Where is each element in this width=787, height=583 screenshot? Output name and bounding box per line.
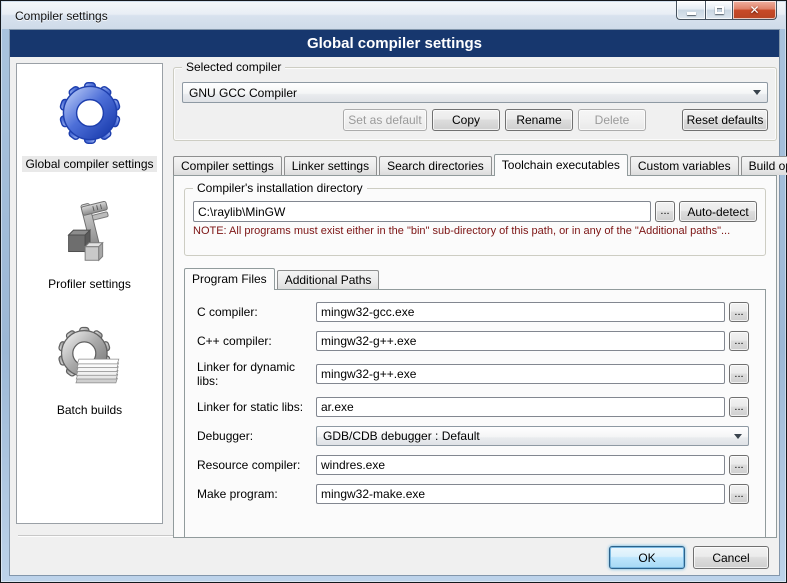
minimize-icon[interactable] <box>676 1 705 20</box>
footer-buttons: OK Cancel <box>601 546 769 569</box>
blue-gear-icon <box>50 73 130 153</box>
program-files-tabstrip: Program Files Additional Paths <box>184 267 766 289</box>
resource-compiler-input[interactable] <box>316 455 725 475</box>
cpp-compiler-input[interactable] <box>316 331 725 351</box>
field-row-c-compiler: C compiler: ... <box>197 302 749 322</box>
program-files-panel: C compiler: ... C++ compiler: ... Linker… <box>184 289 766 538</box>
resource-compiler-browse-button[interactable]: ... <box>729 455 749 475</box>
sidebar-item-global-compiler-settings[interactable]: Global compiler settings <box>17 64 162 172</box>
field-row-cpp-compiler: C++ compiler: ... <box>197 331 749 351</box>
make-program-label: Make program: <box>197 487 316 501</box>
bin-subdirectory-note: NOTE: All programs must exist either in … <box>193 225 757 237</box>
tab-compiler-settings[interactable]: Compiler settings <box>173 156 282 175</box>
copy-button[interactable]: Copy <box>432 109 500 131</box>
field-row-static-linker: Linker for static libs: ... <box>197 397 749 417</box>
make-program-browse-button[interactable]: ... <box>729 484 749 504</box>
settings-tabstrip: Compiler settings Linker settings Search… <box>173 153 777 175</box>
cancel-button[interactable]: Cancel <box>693 546 769 569</box>
debugger-label: Debugger: <box>197 429 316 443</box>
ok-button[interactable]: OK <box>609 546 685 569</box>
tab-toolchain-executables[interactable]: Toolchain executables <box>494 154 628 176</box>
toolchain-executables-panel: Compiler's installation directory ... Au… <box>173 175 777 538</box>
chevron-down-icon <box>734 434 742 439</box>
caliper-icon <box>50 197 130 273</box>
selected-compiler-group-label: Selected compiler <box>182 60 285 74</box>
delete-button[interactable]: Delete <box>578 109 646 131</box>
static-linker-browse-button[interactable]: ... <box>729 397 749 417</box>
make-program-input[interactable] <box>316 484 725 504</box>
compiler-combobox[interactable]: GNU GCC Compiler <box>182 82 768 103</box>
settings-category-list: Global compiler settings <box>16 63 163 524</box>
tab-linker-settings[interactable]: Linker settings <box>284 156 377 175</box>
compiler-settings-window: Compiler settings ✕ Global compiler sett… <box>0 0 787 583</box>
sidebar-item-label: Batch builds <box>54 402 125 418</box>
auto-detect-button[interactable]: Auto-detect <box>679 201 757 222</box>
c-compiler-input[interactable] <box>316 302 725 322</box>
gray-gear-pages-icon <box>50 323 130 399</box>
field-row-resource-compiler: Resource compiler: ... <box>197 455 749 475</box>
page-title: Global compiler settings <box>10 30 779 57</box>
installation-directory-input[interactable] <box>193 201 651 222</box>
field-row-make-program: Make program: ... <box>197 484 749 504</box>
installation-directory-group-label: Compiler's installation directory <box>193 181 367 195</box>
sidebar-item-label: Profiler settings <box>45 276 134 292</box>
static-linker-input[interactable] <box>316 397 725 417</box>
resource-compiler-label: Resource compiler: <box>197 458 316 472</box>
static-linker-label: Linker for static libs: <box>197 400 316 414</box>
c-compiler-browse-button[interactable]: ... <box>729 302 749 322</box>
dynamic-linker-input[interactable] <box>316 364 725 384</box>
main-panel: Selected compiler GNU GCC Compiler Set a… <box>173 61 777 532</box>
cpp-compiler-browse-button[interactable]: ... <box>729 331 749 351</box>
dialog-body: Global compiler settings <box>9 29 780 576</box>
close-icon[interactable]: ✕ <box>732 1 777 20</box>
c-compiler-label: C compiler: <box>197 305 316 319</box>
browse-directory-button[interactable]: ... <box>655 201 675 222</box>
installation-directory-group: Compiler's installation directory ... Au… <box>184 188 766 256</box>
chevron-down-icon <box>753 90 761 95</box>
sidebar-item-label: Global compiler settings <box>22 156 156 172</box>
compiler-actions: Set as default Copy Rename Delete Reset … <box>182 109 768 131</box>
dynamic-linker-browse-button[interactable]: ... <box>729 364 749 384</box>
tab-custom-variables[interactable]: Custom variables <box>630 156 739 175</box>
tab-build-options[interactable]: Build options <box>741 156 787 175</box>
set-as-default-button[interactable]: Set as default <box>343 109 427 131</box>
window-title: Compiler settings <box>2 9 108 23</box>
cpp-compiler-label: C++ compiler: <box>197 334 316 348</box>
field-row-dynamic-linker: Linker for dynamic libs: ... <box>197 360 749 388</box>
dynamic-linker-label: Linker for dynamic libs: <box>197 360 316 388</box>
rename-button[interactable]: Rename <box>505 109 573 131</box>
selected-compiler-group: Selected compiler GNU GCC Compiler Set a… <box>173 67 777 141</box>
field-row-debugger: Debugger: GDB/CDB debugger : Default <box>197 426 749 446</box>
maximize-icon[interactable] <box>705 1 732 20</box>
tab-program-files[interactable]: Program Files <box>184 268 275 290</box>
tab-search-directories[interactable]: Search directories <box>379 156 492 175</box>
tab-additional-paths[interactable]: Additional Paths <box>277 270 380 289</box>
reset-defaults-button[interactable]: Reset defaults <box>682 109 768 131</box>
window-controls: ✕ <box>676 1 777 20</box>
sidebar-item-batch-builds[interactable]: Batch builds <box>17 314 162 418</box>
titlebar[interactable]: Compiler settings <box>2 2 785 29</box>
debugger-combobox[interactable]: GDB/CDB debugger : Default <box>316 426 749 446</box>
sidebar-item-profiler-settings[interactable]: Profiler settings <box>17 188 162 292</box>
